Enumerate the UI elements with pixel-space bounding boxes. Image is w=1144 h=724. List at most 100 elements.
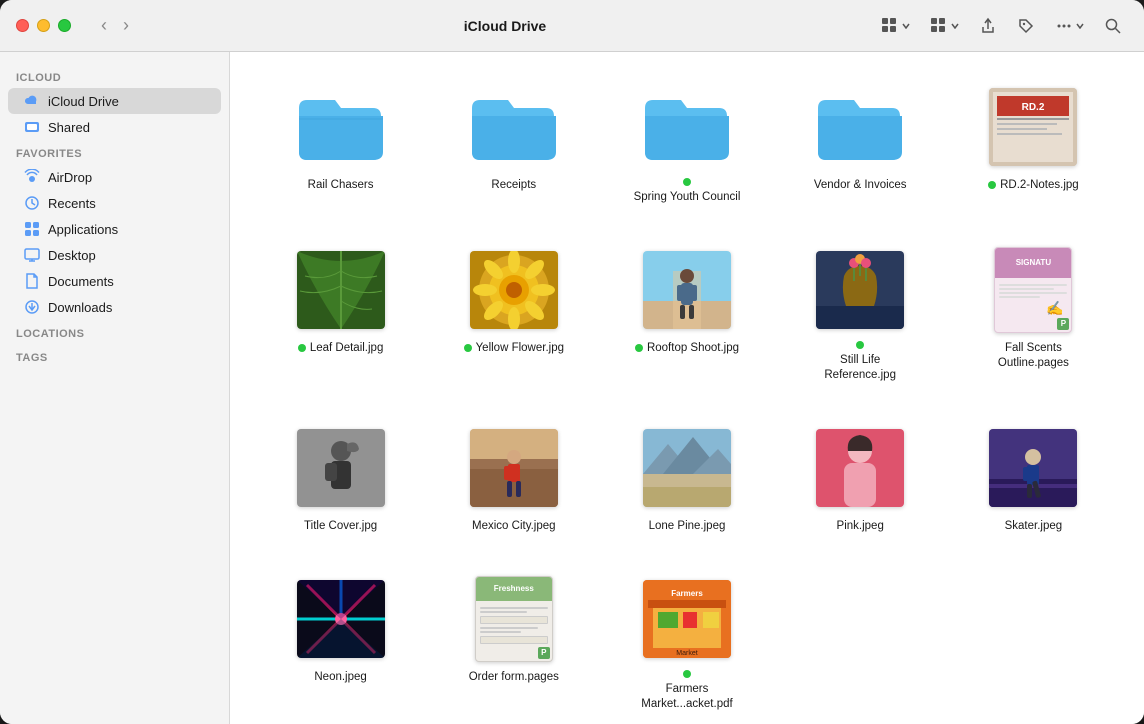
apps-icon bbox=[24, 221, 40, 237]
back-button[interactable]: ‹ bbox=[95, 13, 113, 38]
file-item-still-life[interactable]: Still Life Reference.jpg bbox=[782, 239, 939, 389]
farmers-market-preview: Farmers Market bbox=[643, 580, 731, 658]
file-thumb-receipts bbox=[469, 82, 559, 172]
file-item-rd2[interactable]: RD.2 RD.2-Notes.jpg bbox=[955, 76, 1112, 211]
sync-dot-rooftop bbox=[635, 344, 643, 352]
file-item-yellow-flower[interactable]: Yellow Flower.jpg bbox=[435, 239, 592, 389]
file-thumb-pink bbox=[815, 423, 905, 513]
file-thumb-skater bbox=[988, 423, 1078, 513]
file-item-mexico-city[interactable]: Mexico City.jpeg bbox=[435, 417, 592, 540]
leaf-preview bbox=[297, 251, 385, 329]
files-grid: Rail Chasers Receipts bbox=[262, 76, 1112, 718]
view-gallery-button[interactable] bbox=[924, 13, 965, 39]
file-item-receipts[interactable]: Receipts bbox=[435, 76, 592, 211]
file-thumb-leaf bbox=[296, 245, 386, 335]
sidebar-section-icloud: iCloud bbox=[0, 64, 229, 88]
rooftop-preview bbox=[643, 251, 731, 329]
neon-preview bbox=[297, 580, 385, 658]
file-label-receipts: Receipts bbox=[491, 178, 536, 193]
sync-dot-spring-youth bbox=[683, 178, 691, 186]
file-label-yellow-flower: Yellow Flower.jpg bbox=[464, 341, 564, 356]
gallery-icon bbox=[930, 17, 948, 35]
file-label-fall-scents: Fall Scents Outline.pages bbox=[978, 341, 1088, 371]
lone-pine-preview bbox=[643, 429, 731, 507]
file-item-lone-pine[interactable]: Lone Pine.jpeg bbox=[608, 417, 765, 540]
file-label-skater: Skater.jpeg bbox=[1005, 519, 1063, 534]
file-item-spring-youth[interactable]: Spring Youth Council bbox=[608, 76, 765, 211]
file-item-skater[interactable]: Skater.jpeg bbox=[955, 417, 1112, 540]
chevron-down-icon bbox=[902, 23, 910, 29]
chevron-down-icon3 bbox=[1076, 23, 1084, 29]
file-label-pink: Pink.jpeg bbox=[837, 519, 884, 534]
file-label-vendor: Vendor & Invoices bbox=[814, 178, 907, 193]
sidebar-section-locations: Locations bbox=[0, 320, 229, 344]
file-thumb-lone-pine bbox=[642, 423, 732, 513]
forward-button[interactable]: › bbox=[117, 13, 135, 38]
file-label-spring-youth: Spring Youth Council bbox=[632, 178, 742, 205]
mexico-city-preview bbox=[470, 429, 558, 507]
file-item-rooftop[interactable]: Rooftop Shoot.jpg bbox=[608, 239, 765, 389]
more-icon bbox=[1055, 17, 1073, 35]
file-item-farmers-market[interactable]: Farmers Market Farmers Market...acket.pd… bbox=[608, 568, 765, 718]
cloud-icon bbox=[24, 93, 40, 109]
desktop-icon bbox=[24, 247, 40, 263]
view-icons-button[interactable] bbox=[875, 13, 916, 39]
sidebar-item-applications[interactable]: Applications bbox=[8, 216, 221, 242]
file-thumb-still-life bbox=[815, 245, 905, 335]
file-item-leaf[interactable]: Leaf Detail.jpg bbox=[262, 239, 419, 389]
file-label-lone-pine: Lone Pine.jpeg bbox=[649, 519, 726, 534]
sidebar-label-shared: Shared bbox=[48, 120, 90, 135]
file-item-fall-scents[interactable]: SIGNATU ✍ P bbox=[955, 239, 1112, 389]
more-button[interactable] bbox=[1049, 13, 1090, 39]
svg-text:Farmers: Farmers bbox=[671, 589, 703, 598]
folder-icon-receipts bbox=[470, 90, 558, 164]
toolbar-right bbox=[875, 13, 1128, 39]
file-label-farmers-market: Farmers Market...acket.pdf bbox=[632, 670, 742, 712]
folder-icon-rail-chasers bbox=[297, 90, 385, 164]
main-content: Rail Chasers Receipts bbox=[230, 52, 1144, 724]
file-thumb-title-cover bbox=[296, 423, 386, 513]
share-button[interactable] bbox=[973, 13, 1003, 39]
sidebar: iCloud iCloud Drive Shared Favorites bbox=[0, 52, 230, 724]
file-item-vendor[interactable]: Vendor & Invoices bbox=[782, 76, 939, 211]
sidebar-item-icloud-drive[interactable]: iCloud Drive bbox=[8, 88, 221, 114]
file-label-rail-chasers: Rail Chasers bbox=[308, 178, 374, 193]
search-button[interactable] bbox=[1098, 13, 1128, 39]
sidebar-item-desktop[interactable]: Desktop bbox=[8, 242, 221, 268]
file-item-rail-chasers[interactable]: Rail Chasers bbox=[262, 76, 419, 211]
sidebar-item-shared[interactable]: Shared bbox=[8, 114, 221, 140]
nav-buttons: ‹ › bbox=[95, 13, 135, 38]
file-item-pink[interactable]: Pink.jpeg bbox=[782, 417, 939, 540]
file-thumb-rd2: RD.2 bbox=[988, 82, 1078, 172]
file-thumb-mexico-city bbox=[469, 423, 559, 513]
rd2-preview: RD.2 bbox=[989, 88, 1077, 166]
svg-text:Market: Market bbox=[676, 650, 697, 657]
grid-icon bbox=[881, 17, 899, 35]
sidebar-label-recents: Recents bbox=[48, 196, 96, 211]
sync-dot-yellow-flower bbox=[464, 344, 472, 352]
sidebar-item-recents[interactable]: Recents bbox=[8, 190, 221, 216]
airdrop-icon bbox=[24, 169, 40, 185]
file-thumb-order-form: Freshness P bbox=[469, 574, 559, 664]
sidebar-item-airdrop[interactable]: AirDrop bbox=[8, 164, 221, 190]
flower-preview bbox=[470, 251, 558, 329]
close-button[interactable] bbox=[16, 19, 29, 32]
sync-dot-leaf bbox=[298, 344, 306, 352]
tag-button[interactable] bbox=[1011, 13, 1041, 39]
sidebar-section-tags: Tags bbox=[0, 344, 229, 368]
file-item-neon[interactable]: Neon.jpeg bbox=[262, 568, 419, 718]
search-icon bbox=[1104, 17, 1122, 35]
sync-dot-farmers bbox=[683, 670, 691, 678]
minimize-button[interactable] bbox=[37, 19, 50, 32]
file-item-order-form[interactable]: Freshness P bbox=[435, 568, 592, 718]
file-label-mexico-city: Mexico City.jpeg bbox=[472, 519, 556, 534]
maximize-button[interactable] bbox=[58, 19, 71, 32]
tag-icon bbox=[1017, 17, 1035, 35]
sidebar-label-desktop: Desktop bbox=[48, 248, 96, 263]
file-item-title-cover[interactable]: Title Cover.jpg bbox=[262, 417, 419, 540]
share-icon bbox=[979, 17, 997, 35]
sidebar-item-downloads[interactable]: Downloads bbox=[8, 294, 221, 320]
file-label-title-cover: Title Cover.jpg bbox=[304, 519, 377, 534]
sidebar-item-documents[interactable]: Documents bbox=[8, 268, 221, 294]
finder-window: ‹ › iCloud Drive bbox=[0, 0, 1144, 724]
